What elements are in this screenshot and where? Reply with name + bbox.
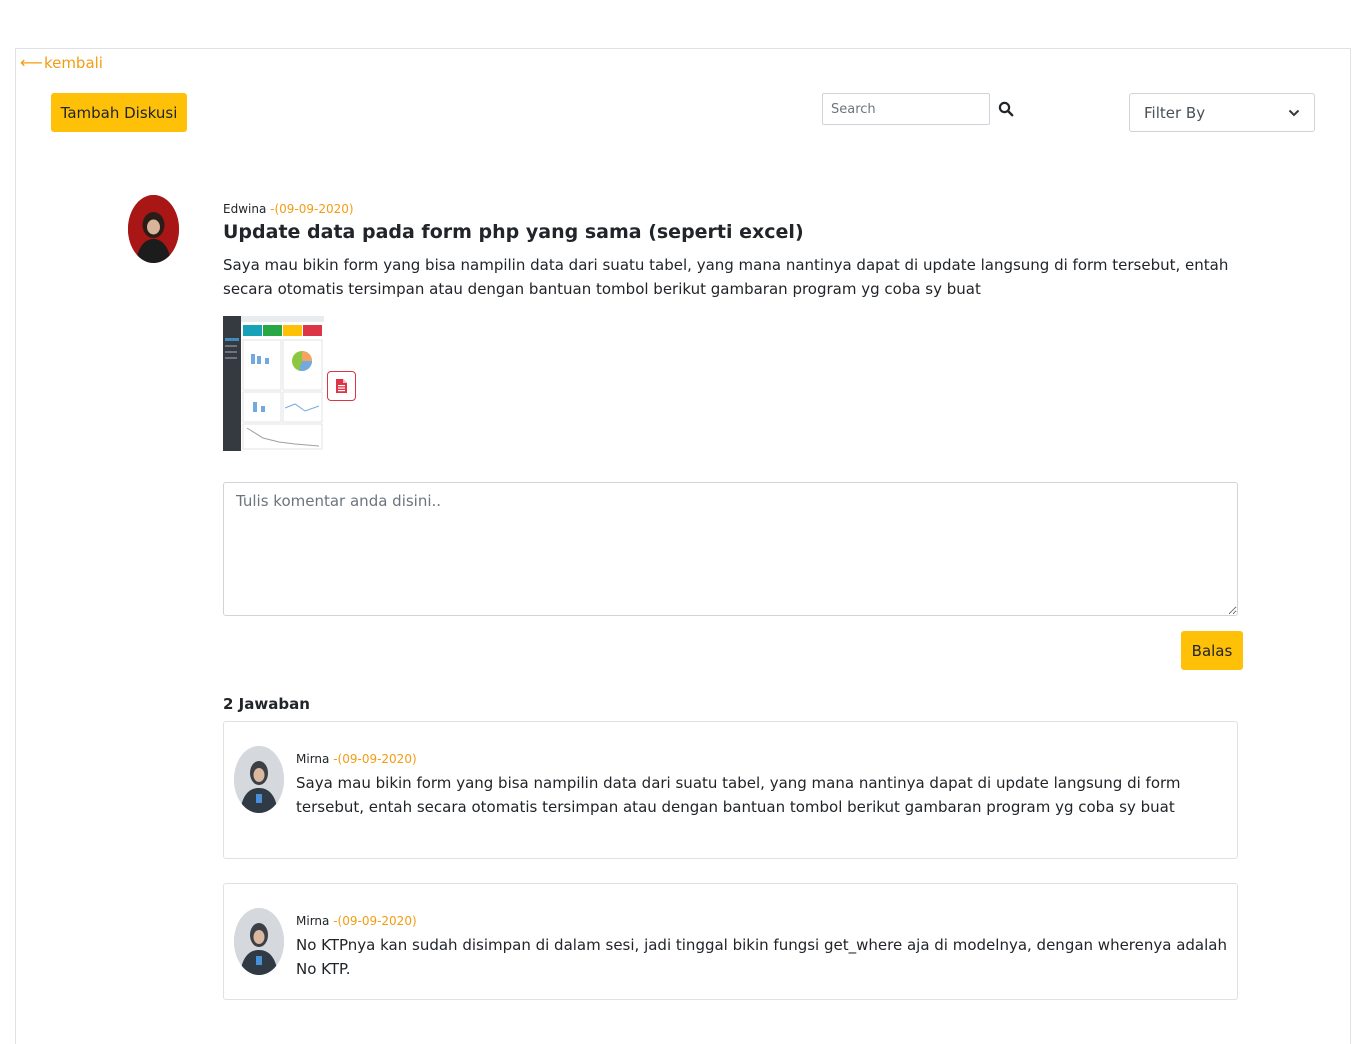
back-arrow-icon: ⟵ [20,53,43,72]
search-icon[interactable] [998,101,1014,117]
attachment-thumbnail[interactable] [223,316,324,451]
answer-date: -(09-09-2020) [333,752,417,766]
answer-meta: Mirna -(09-09-2020) [296,752,417,766]
answer-date: -(09-09-2020) [333,914,417,928]
answers-count: 2 Jawaban [223,695,310,713]
answer-author: Mirna [296,752,330,766]
post-title: Update data pada form php yang sama (sep… [223,221,804,243]
answer-author: Mirna [296,914,330,928]
reply-button[interactable]: Balas [1181,631,1243,670]
answer-meta: Mirna -(09-09-2020) [296,914,417,928]
back-link-label: kembali [43,53,103,72]
answer-text: Saya mau bikin form yang bisa nampilin d… [296,774,1181,816]
filter-select[interactable]: Filter By [1129,93,1315,132]
author-avatar [128,195,179,263]
answer-avatar [234,746,284,813]
answer-avatar [234,908,284,975]
back-link[interactable]: ⟵ kembali [20,53,103,72]
add-discussion-button[interactable]: Tambah Diskusi [51,93,187,132]
post-author: Edwina [223,202,267,216]
answer-item: Mirna -(09-09-2020) Saya mau bikin form … [223,721,1238,859]
comment-textarea[interactable] [223,482,1238,616]
answer-item: Mirna -(09-09-2020) No KTPnya kan sudah … [223,883,1238,1000]
post-body: Saya mau bikin form yang bisa nampilin d… [223,256,1229,298]
discussion-card: ⟵ kembali Tambah Diskusi Filter By Edwin… [15,48,1351,1044]
post-date: -(09-09-2020) [270,202,354,216]
file-document-button[interactable] [327,371,356,401]
answer-text: No KTPnya kan sudah disimpan di dalam se… [296,936,1227,978]
search-input[interactable] [822,93,990,125]
filter-select-value: Filter By [1144,103,1206,122]
file-document-icon [336,379,347,393]
post-meta: Edwina -(09-09-2020) [223,202,354,216]
chevron-down-icon [1288,109,1300,116]
